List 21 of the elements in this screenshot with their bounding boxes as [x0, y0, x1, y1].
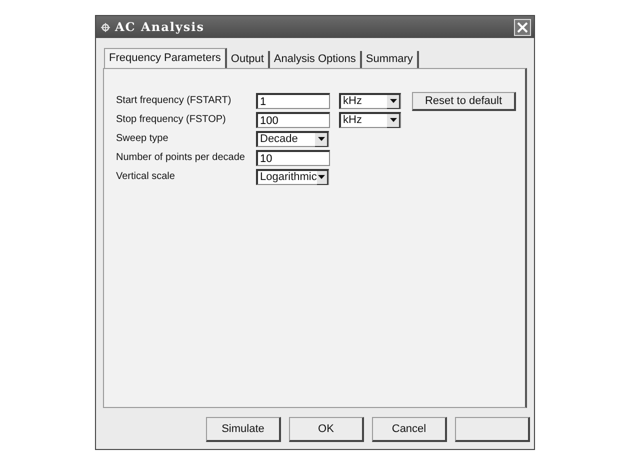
dialog-button[interactable]: Simulate [206, 417, 281, 442]
unit-dropdown[interactable]: kHz [339, 93, 401, 109]
window-title: AC Analysis [115, 19, 204, 36]
close-button[interactable] [514, 18, 531, 36]
tab[interactable]: Frequency Parameters [104, 48, 227, 68]
input-field[interactable]: 10 [256, 150, 330, 166]
dialog-button[interactable] [455, 417, 530, 442]
dialog-button[interactable]: Cancel [372, 417, 447, 442]
unit-dropdown[interactable]: kHz [339, 112, 401, 128]
app-icon [101, 22, 110, 32]
field-label: Start frequency (FSTART) [116, 94, 232, 108]
field-label: Sweep type [116, 132, 170, 146]
dropdown[interactable]: Logarithmic [256, 169, 329, 185]
field-label: Stop frequency (FSTOP) [116, 113, 227, 127]
field-label: Vertical scale [116, 170, 176, 184]
reset-button[interactable]: Reset to default [412, 92, 516, 111]
input-field[interactable]: 100 [256, 112, 330, 128]
dropdown[interactable]: Decade [256, 131, 329, 147]
input-field[interactable]: 1 [256, 93, 330, 109]
field-label: Number of points per decade [116, 151, 246, 165]
dialog-button[interactable]: OK [289, 417, 364, 442]
